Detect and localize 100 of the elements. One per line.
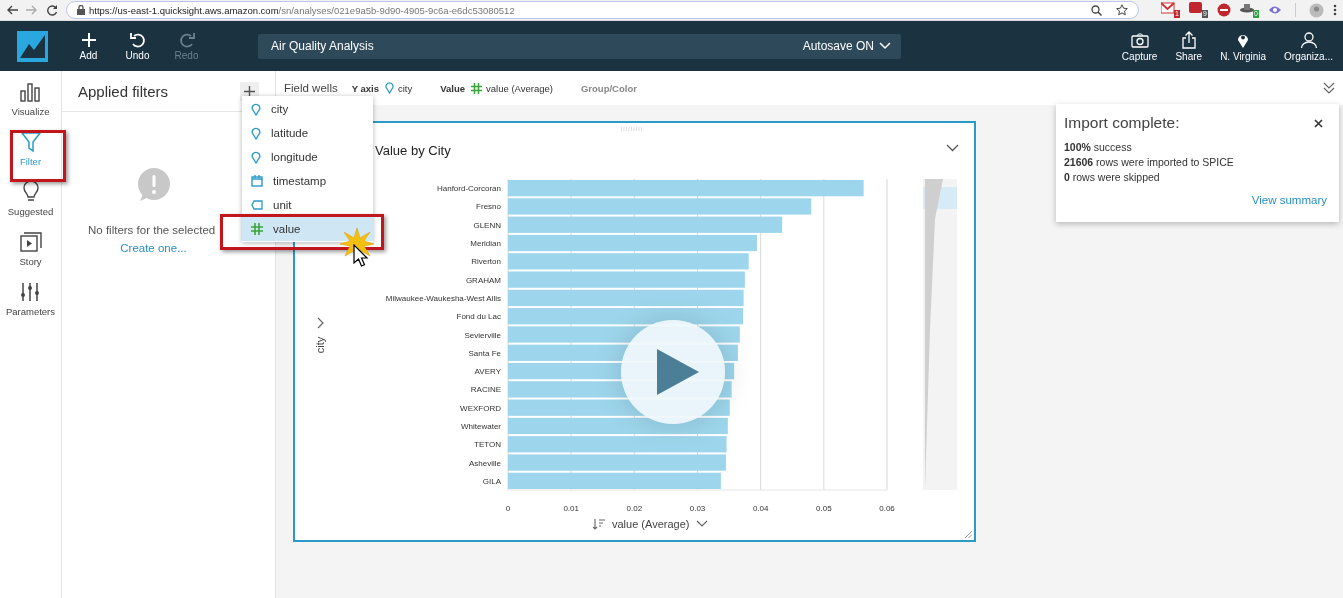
bookmark-star-icon[interactable] — [1116, 4, 1128, 16]
forward-icon[interactable] — [26, 5, 38, 15]
visual-title: Value by City — [375, 142, 452, 158]
reload-icon[interactable] — [46, 4, 58, 16]
tick-label: 0.06 — [879, 504, 895, 513]
play-icon — [655, 347, 701, 397]
sidebar-tab[interactable]: Suggested — [7, 181, 54, 217]
funnel-icon — [19, 131, 42, 153]
field-menu-item[interactable]: unit — [242, 193, 373, 217]
undo-button[interactable]: Undo — [113, 31, 162, 61]
lock-icon — [77, 5, 85, 15]
field-name: longitude — [271, 151, 318, 163]
alert-bubble-icon — [136, 168, 171, 202]
field-menu-item[interactable]: value — [242, 217, 373, 241]
user-button[interactable]: Organiza... — [1278, 30, 1339, 62]
mouse-pointer-icon — [353, 244, 369, 268]
hash-icon — [251, 223, 263, 235]
field-well[interactable]: Group/Color — [580, 82, 637, 94]
tick-label: 0.04 — [752, 504, 769, 513]
back-icon[interactable] — [6, 5, 18, 15]
chevron-right-icon[interactable] — [316, 317, 325, 329]
notification-text: 100% success — [1064, 141, 1133, 153]
address-field[interactable]: https://us-east-1.quicksight.aws.amazon.com/sn/analyses/021e9a5b-9d90-4905-9c6a-e6dc53080512 — [66, 1, 1139, 19]
category-label: TETON — [474, 440, 501, 450]
plus-icon — [79, 31, 98, 49]
calendar-icon — [251, 175, 263, 187]
field-well-label: Y axis — [351, 82, 379, 94]
category-label: Asheville — [469, 458, 501, 468]
field-menu-item[interactable]: timestamp — [242, 169, 373, 193]
analysis-title: Air Quality Analysis — [271, 39, 375, 53]
chevron-down-icon — [879, 42, 891, 50]
notification-text: 21606 rows were imported to SPICE — [1064, 156, 1235, 168]
category-label: Hanford-Corcoran — [436, 184, 501, 194]
field-menu-item[interactable]: latitude — [242, 121, 373, 145]
camera-button[interactable]: Capture — [1115, 30, 1164, 62]
add-button[interactable]: Add — [64, 31, 113, 61]
category-label: GRAHAM — [465, 275, 501, 285]
autosave-dropdown[interactable]: Autosave ON — [802, 39, 891, 53]
category-label: Riverton — [471, 257, 501, 267]
extension-icon[interactable] — [1217, 3, 1231, 17]
field-name: city — [271, 103, 289, 115]
chevron-down-icon[interactable] — [946, 144, 959, 152]
field-name: value — [273, 223, 301, 235]
chevron-down-icon[interactable] — [696, 520, 709, 528]
location-pin-icon — [251, 126, 261, 140]
category-label: Fresno — [476, 202, 501, 212]
category-label: Meridian — [470, 239, 501, 249]
close-icon[interactable] — [1314, 118, 1323, 128]
y-axis-title[interactable]: city — [314, 336, 327, 354]
sidebar-tab[interactable]: Visualize — [11, 81, 50, 117]
category-label: Sevierville — [464, 330, 501, 340]
field-well[interactable]: value (Average) — [471, 82, 553, 94]
tick-label: 0.03 — [689, 504, 706, 513]
category-label: GILA — [482, 476, 501, 486]
x-axis-title[interactable]: value (Average) — [612, 518, 690, 530]
camera-icon — [1130, 30, 1149, 49]
tick-label: 0.05 — [816, 504, 832, 513]
user-icon — [1299, 30, 1318, 49]
zoom-icon[interactable] — [1091, 4, 1102, 16]
sort-icon[interactable] — [593, 518, 605, 530]
share-icon — [1179, 30, 1198, 49]
sidebar-tab[interactable]: Story — [19, 231, 42, 267]
sliders-icon — [19, 281, 42, 303]
click-burst-icon — [340, 228, 374, 258]
create-filter-link[interactable]: Create one... — [120, 242, 187, 254]
field-well[interactable]: city — [385, 82, 413, 94]
field-menu-item[interactable]: city — [242, 97, 373, 121]
profile-avatar-icon[interactable] — [1309, 2, 1324, 18]
menu-icon[interactable] — [1333, 4, 1337, 16]
hash-icon — [471, 82, 483, 94]
category-label: Santa Fe — [468, 348, 501, 358]
field-name: latitude — [271, 127, 309, 139]
pin-button[interactable]: N. Virginia — [1214, 30, 1273, 62]
panel-title: Applied filters — [78, 82, 170, 100]
category-label: AVERY — [474, 367, 501, 377]
app-logo-icon[interactable] — [17, 30, 48, 62]
extension-icon[interactable] — [1268, 4, 1282, 16]
notification-text: 0 rows were skipped — [1064, 171, 1161, 183]
redo-icon — [177, 31, 196, 49]
sidebar-tab[interactable]: Parameters — [5, 281, 56, 317]
empty-message: No filters for the selected — [88, 224, 216, 236]
field-name: timestamp — [273, 175, 327, 187]
view-summary-link[interactable]: View summary — [1251, 194, 1327, 206]
field-menu-item[interactable]: longitude — [242, 145, 373, 169]
resize-handle-icon[interactable] — [965, 531, 972, 538]
tick-label: 0 — [505, 504, 511, 513]
field-well-label: Value — [440, 82, 466, 94]
category-label: Milwaukee-Waukesha-West Allis — [385, 293, 501, 303]
play-frames-icon — [19, 231, 42, 253]
bar-chart-icon — [19, 81, 42, 103]
field-name: unit — [273, 199, 292, 211]
category-label: WEXFORD — [460, 403, 501, 413]
highlight-frame — [10, 130, 66, 182]
location-pin-icon — [251, 102, 261, 116]
collapse-chevron-icon[interactable] — [1323, 82, 1335, 94]
category-label: RACINE — [470, 385, 501, 395]
category-label: Fond du Lac — [456, 312, 501, 322]
analysis-title-bar[interactable]: Air Quality Analysis Autosave ON — [258, 33, 901, 59]
category-label: Whitewater — [461, 421, 501, 431]
share-button[interactable]: Share — [1169, 30, 1209, 62]
